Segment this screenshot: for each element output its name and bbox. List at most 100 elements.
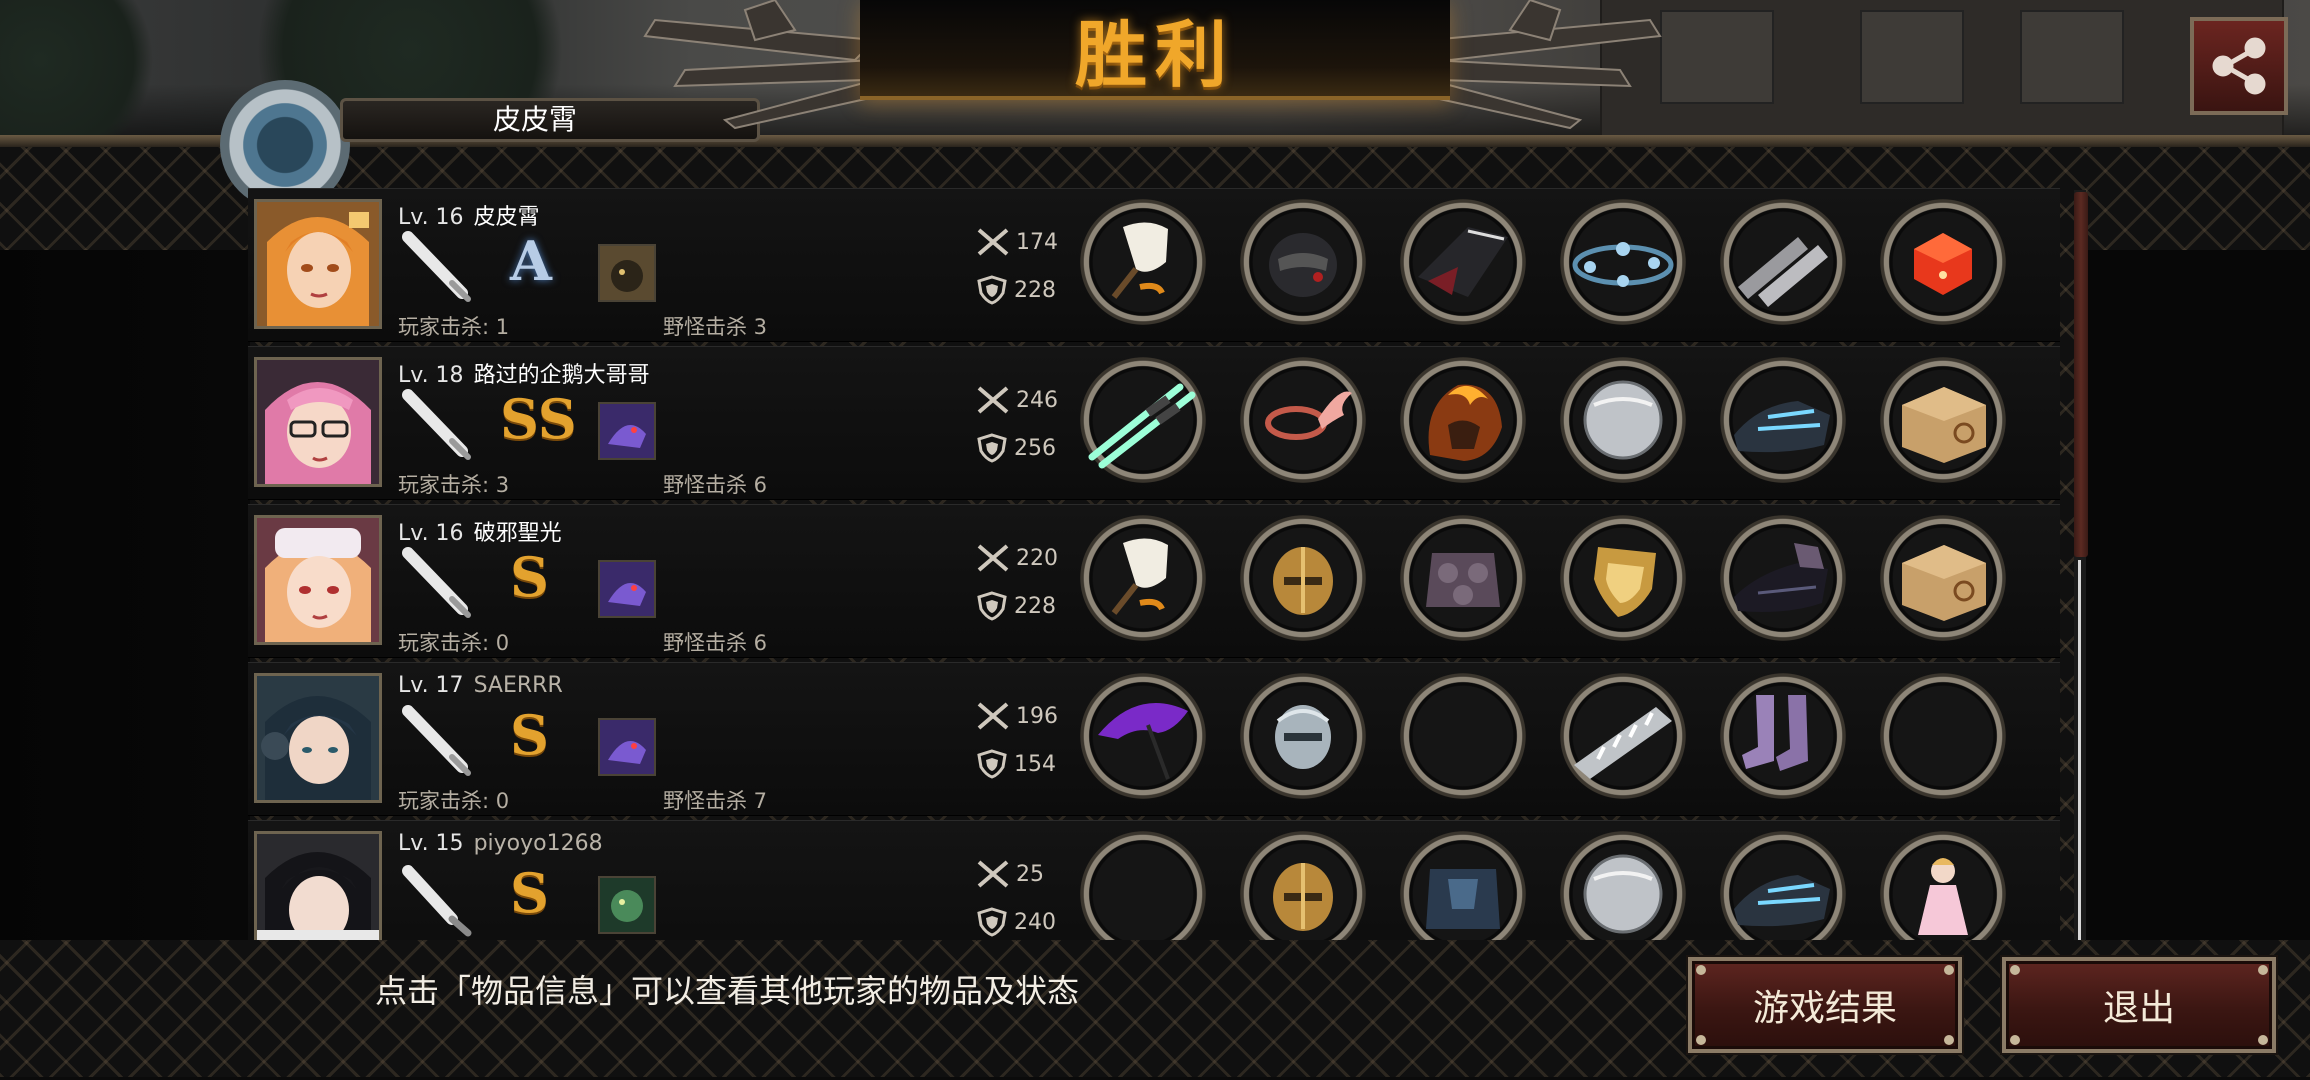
player-name: 路过的企鹅大哥哥 <box>473 363 650 388</box>
crossed-swords-icon <box>977 544 1009 572</box>
item-slot[interactable] <box>1720 831 1846 940</box>
item-slot[interactable] <box>1240 515 1366 641</box>
item-slot[interactable] <box>1720 515 1846 641</box>
item-slot[interactable] <box>1240 673 1366 799</box>
item-slot[interactable] <box>1720 199 1846 325</box>
player-result-list[interactable]: Lv. 16 皮皮霄 A 玩家击杀: 1 野怪击杀 3 174 228 Lv. … <box>248 188 2060 940</box>
cat-box-icon <box>1902 545 1986 621</box>
item-slot[interactable] <box>1240 199 1366 325</box>
bat-weapon-icon <box>402 231 471 302</box>
player-avatar <box>254 515 382 645</box>
player-kills: 玩家击杀: 0 <box>398 631 510 655</box>
player-avatar <box>254 831 382 940</box>
stone-armor-icon <box>1426 553 1500 607</box>
crossed-swords-icon <box>977 702 1009 730</box>
page-title: 胜利 <box>1074 12 1235 97</box>
left-wing-ornament <box>643 0 875 130</box>
monster-kills: 野怪击杀 3 <box>663 315 768 339</box>
item-slot[interactable] <box>1880 831 2006 940</box>
golden-helmet-icon <box>1273 547 1333 615</box>
item-slot[interactable] <box>1560 673 1686 799</box>
attack-value: 196 <box>1016 703 1058 729</box>
item-slot[interactable] <box>1720 357 1846 483</box>
item-slot[interactable] <box>1400 831 1526 940</box>
player-row[interactable]: Lv. 18 路过的企鹅大哥哥 SS 玩家击杀: 3 野怪击杀 6 246 256 <box>248 346 2060 500</box>
player-row[interactable]: Lv. 17 SAERRR S 玩家击杀: 0 野怪击杀 7 196 154 <box>248 662 2060 816</box>
shield-icon <box>977 591 1007 621</box>
item-slot[interactable] <box>1880 199 2006 325</box>
twin-lightsabers-icon <box>1088 383 1196 469</box>
item-slot[interactable] <box>1080 831 1206 940</box>
item-slot[interactable] <box>1880 673 2006 799</box>
attack-value: 246 <box>1016 387 1058 413</box>
purple-boots-icon <box>1742 695 1808 771</box>
player-row[interactable]: Lv. 16 破邪聖光 S 玩家击杀: 0 野怪击杀 6 220 228 <box>248 504 2060 658</box>
cyber-boots-icon <box>1734 875 1830 927</box>
flame-armor-icon <box>1428 384 1502 461</box>
exit-button[interactable]: 退出 <box>2002 957 2276 1053</box>
shield-icon <box>977 433 1007 463</box>
shield-icon <box>977 275 1007 305</box>
item-slot[interactable] <box>1720 673 1846 799</box>
item-slot[interactable] <box>1080 357 1206 483</box>
defense-value: 228 <box>1014 593 1056 619</box>
empty-slot-icon <box>1408 681 1518 791</box>
item-slot[interactable] <box>1560 199 1686 325</box>
defense-stat: 256 <box>976 433 1056 463</box>
attack-stat: 174 <box>976 227 1058 257</box>
item-slot[interactable] <box>1560 515 1686 641</box>
purple-umbrella-icon <box>1098 703 1188 780</box>
empty-slot-icon <box>1888 681 1998 791</box>
player-level: Lv. 17 <box>398 673 464 698</box>
item-slot[interactable] <box>1560 831 1686 940</box>
item-slot[interactable] <box>1080 673 1206 799</box>
attack-value: 25 <box>1016 861 1044 887</box>
item-slot[interactable] <box>1400 199 1526 325</box>
bone-fan-icon <box>1111 538 1168 615</box>
player-avatar <box>254 199 382 329</box>
item-slot[interactable] <box>1560 357 1686 483</box>
player-name-line: Lv. 17 SAERRR <box>398 673 563 698</box>
golden-shield-icon <box>1594 547 1656 617</box>
dark-armor-icon <box>1418 227 1508 297</box>
monster-kills: 野怪击杀 7 <box>663 789 768 813</box>
hint-text: 点击「物品信息」可以查看其他玩家的物品及状态 <box>375 972 1080 1010</box>
item-slot[interactable] <box>1880 357 2006 483</box>
bat-weapon-icon <box>402 705 471 776</box>
attack-stat: 196 <box>976 701 1058 731</box>
dark-boots-icon <box>1734 543 1828 612</box>
scrollbar-thumb[interactable] <box>2074 192 2088 557</box>
share-icon <box>2212 37 2266 95</box>
player-row[interactable]: Lv. 15 piyoyo1268 S 25 240 <box>248 820 2060 940</box>
player-row[interactable]: Lv. 16 皮皮霄 A 玩家击杀: 1 野怪击杀 3 174 228 <box>248 188 2060 342</box>
spiked-bracer-icon <box>1574 707 1672 779</box>
attack-stat: 220 <box>976 543 1058 573</box>
pet-icon <box>598 402 656 460</box>
item-slot[interactable] <box>1080 199 1206 325</box>
grade-badge: S <box>510 545 549 609</box>
item-slot[interactable] <box>1880 515 2006 641</box>
grade-badge: A <box>510 229 552 293</box>
bat-weapon-icon <box>402 389 471 460</box>
item-slot[interactable] <box>1080 515 1206 641</box>
item-slot[interactable] <box>1240 831 1366 940</box>
player-kills: 玩家击杀: 3 <box>398 473 510 497</box>
player-avatar <box>254 357 382 487</box>
attack-value: 220 <box>1016 545 1058 571</box>
item-slot[interactable] <box>1400 515 1526 641</box>
defense-stat: 228 <box>976 591 1056 621</box>
player-name: SAERRR <box>473 673 563 698</box>
red-dice-icon <box>1914 233 1972 295</box>
game-result-button[interactable]: 游戏结果 <box>1688 957 1962 1053</box>
attack-stat: 25 <box>976 859 1044 889</box>
item-slot[interactable] <box>1400 673 1526 799</box>
share-button[interactable] <box>2190 17 2288 115</box>
item-slot[interactable] <box>1240 357 1366 483</box>
defense-value: 240 <box>1014 909 1056 935</box>
defense-stat: 228 <box>976 275 1056 305</box>
right-wing-ornament <box>1430 0 1662 130</box>
black-helmet-icon <box>1269 233 1337 297</box>
item-slot[interactable] <box>1400 357 1526 483</box>
knife-weapon-icon <box>402 865 472 937</box>
crossed-swords-icon <box>977 228 1009 256</box>
